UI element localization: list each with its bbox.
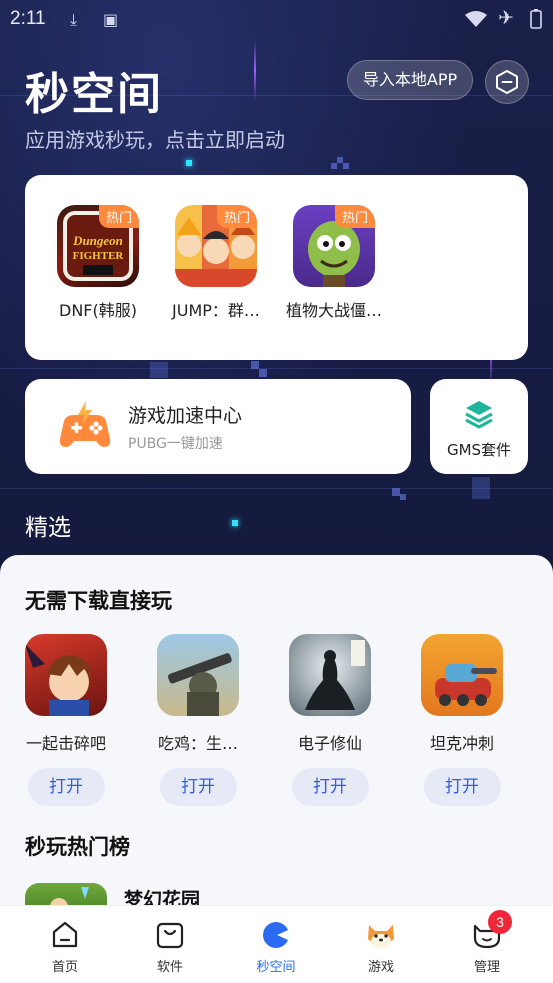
accelerator-subtitle: PUBG一键加速 [128,436,223,452]
accelerator-title: 游戏加速中心 [128,405,243,427]
instant-play-item[interactable]: 吃鸡：生… 打开 [143,634,253,806]
open-button[interactable]: 打开 [423,768,501,806]
layers-icon [465,401,493,429]
home-icon [48,918,82,952]
instant-play-heading: 无需下载直接玩 [25,589,172,613]
tab-label: 管理 [473,960,500,975]
status-bar: 2:11 ⤓ ▣ ✈ [0,0,553,38]
hot-apps-card: Dungeon FIGHTER 热门 DNF(韩服) 热门 JUMP：群… 热门… [25,175,528,360]
hot-app-jump[interactable]: 热门 JUMP：群… [161,205,271,321]
bottom-tab-bar: 首页 软件 秒空间 游戏 3 管理 [0,905,553,983]
open-button[interactable]: 打开 [159,768,237,806]
hot-badge: 热门 [216,205,257,228]
status-time: 2:11 [10,8,46,29]
gms-label: GMS套件 [446,441,512,459]
face-icon: 3 [470,910,512,952]
tab-manage[interactable]: 3 管理 [447,910,527,975]
dnf-game-icon: Dungeon FIGHTER 热门 [57,205,139,287]
smash-game-icon [25,634,107,716]
hot-badge: 热门 [334,205,375,228]
hot-app-pvz[interactable]: 热门 植物大战僵… [279,205,389,321]
open-button[interactable]: 打开 [27,768,105,806]
svg-text:Dungeon: Dungeon [72,233,123,248]
pvz-game-icon: 热门 [293,205,375,287]
content-panel: 无需下载直接玩 一起击碎吧 打开 吃鸡：生… 打开 电子修仙 打开 坦克冲刺 打… [0,555,553,923]
ranking-heading: 秒玩热门榜 [25,835,130,859]
pacman-icon [259,918,293,952]
tab-label: 首页 [51,960,78,975]
game-accelerator-card[interactable]: 游戏加速中心 PUBG一键加速 [25,379,411,474]
shiba-icon [364,918,398,952]
instant-play-item[interactable]: 一起击碎吧 打开 [11,634,121,806]
hexagon-minus-icon[interactable] [485,60,529,104]
hot-app-label: DNF(韩服) [59,301,137,320]
tab-games[interactable]: 游戏 [341,918,421,975]
wifi-icon [465,11,487,27]
tab-software[interactable]: 软件 [130,918,210,975]
instant-play-label: 一起击碎吧 [25,734,106,753]
svg-text:FIGHTER: FIGHTER [73,250,125,262]
instant-play-item[interactable]: 坦克冲刺 打开 [407,634,517,806]
notification-badge: 3 [488,910,512,934]
hot-app-label: JUMP：群… [172,301,260,320]
hot-badge: 热门 [98,205,139,228]
open-button[interactable]: 打开 [291,768,369,806]
battery-icon [530,9,542,29]
import-local-app-button[interactable]: 导入本地APP [347,60,473,100]
gamepad-lightning-icon [59,401,111,447]
instant-play-item[interactable]: 电子修仙 打开 [275,634,385,806]
tab-label: 游戏 [367,960,394,975]
tab-home[interactable]: 首页 [25,918,105,975]
instant-play-label: 电子修仙 [297,734,362,753]
tab-instant-space[interactable]: 秒空间 [236,918,316,975]
instant-play-label: 坦克冲刺 [429,734,494,753]
airplane-icon: ✈ [498,7,514,29]
page-subtitle: 应用游戏秒玩，点击立即启动 [25,128,285,152]
featured-heading: 精选 [25,515,71,541]
cultivation-game-icon [289,634,371,716]
notification-icon: ▣ [103,10,119,29]
tank-game-icon [421,634,503,716]
page-title: 秒空间 [25,69,163,120]
bag-icon [153,918,187,952]
pubg-game-icon [157,634,239,716]
gms-suite-card[interactable]: GMS套件 [430,379,528,474]
download-icon: ⤓ [70,10,78,29]
tab-label: 秒空间 [256,960,296,975]
instant-play-label: 吃鸡：生… [157,734,238,753]
hot-app-dnf[interactable]: Dungeon FIGHTER 热门 DNF(韩服) [43,205,153,321]
tab-label: 软件 [156,960,183,975]
jump-game-icon: 热门 [175,205,257,287]
hot-app-label: 植物大战僵… [285,301,382,320]
